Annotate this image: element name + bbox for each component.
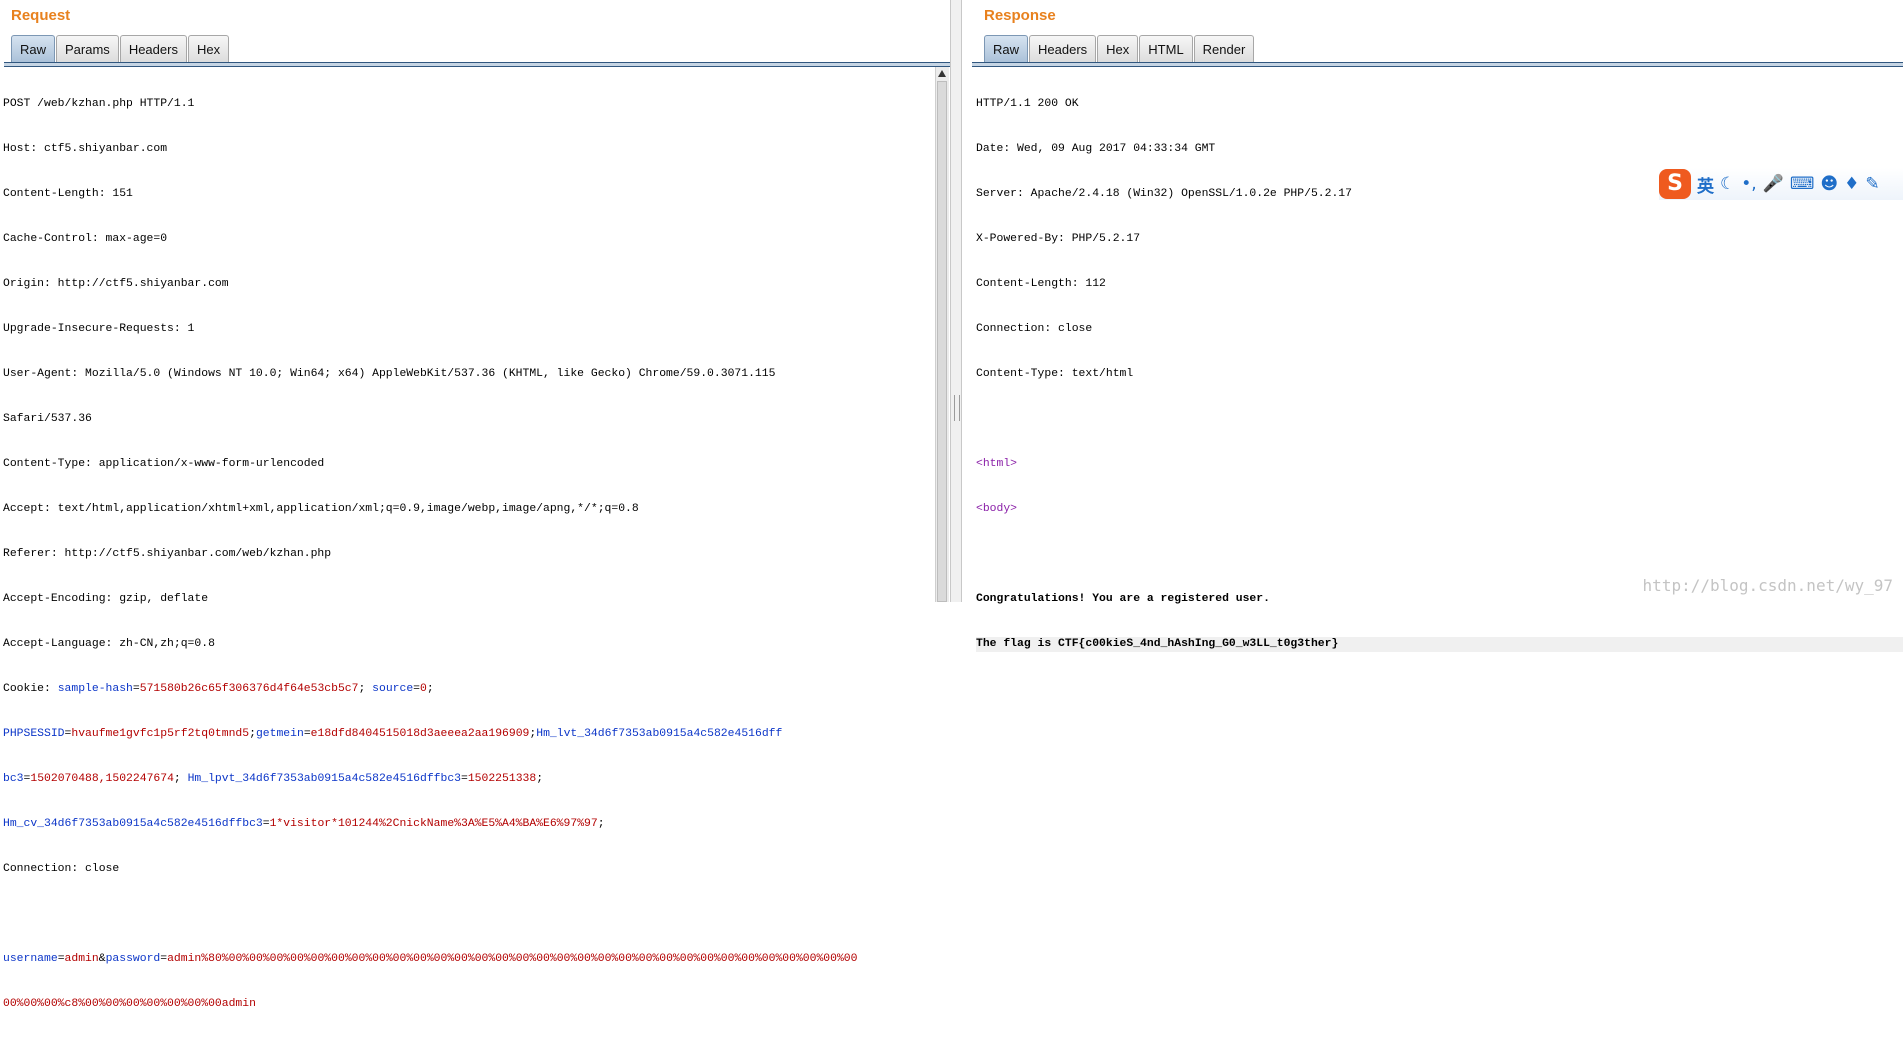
request-line: Accept-Language: zh-CN,zh;q=0.8	[3, 638, 215, 650]
request-line: Content-Length: 151	[3, 188, 133, 200]
request-line: Content-Type: application/x-www-form-url…	[3, 458, 325, 470]
request-editor[interactable]: POST /web/kzhan.php HTTP/1.1 Host: ctf5.…	[0, 67, 935, 1010]
param-value: 00%00%00%c8%00%00%00%00%00%00%00admin	[3, 998, 256, 1010]
cookie-line: PHPSESSID=hvaufme1gvfc1p5rf2tq0tmnd5;get…	[3, 728, 783, 740]
cookie-key: Hm_lpvt_34d6f7353ab0915a4c582e4516dffbc3	[187, 773, 461, 785]
cookie-value: 1502251338	[467, 773, 537, 785]
request-line: Origin: http://ctf5.shiyanbar.com	[3, 278, 229, 290]
cookie-key: bc3	[3, 773, 24, 785]
scroll-thumb[interactable]	[937, 81, 947, 602]
response-pane: Response Raw Headers Hex HTML Render HTT…	[962, 0, 1903, 652]
cookie-label: Cookie:	[3, 683, 58, 695]
param-value: admin	[64, 953, 99, 965]
request-title: Request	[11, 7, 71, 24]
scroll-up-arrow-icon[interactable]	[938, 70, 946, 77]
cookie-value: 571580b26c65f306376d4f64e53cb5c7	[139, 683, 359, 695]
cookie-value: hvaufme1gvfc1p5rf2tq0tmnd5	[71, 728, 250, 740]
tab-render[interactable]: Render	[1193, 35, 1255, 63]
request-line: Accept-Encoding: gzip, deflate	[3, 593, 209, 605]
sogou-logo-icon[interactable]: S	[1659, 169, 1691, 199]
cookie-key: getmein	[255, 728, 304, 740]
request-line: Connection: close	[3, 863, 120, 875]
request-line: Accept: text/html,application/xhtml+xml,…	[3, 503, 639, 515]
request-line: Upgrade-Insecure-Requests: 1	[3, 323, 195, 335]
tab-html[interactable]: HTML	[1139, 35, 1193, 63]
user-icon[interactable]: ☻	[1820, 174, 1838, 194]
cookie-key: source	[372, 683, 414, 695]
flag-line: The flag is CTF{c00kieS_4nd_hAshIng_G0_w…	[976, 637, 1903, 652]
request-line: Cache-Control: max-age=0	[3, 233, 168, 245]
param-value: admin%80%00%00%00%00%00%00%00%00%00%00%0…	[167, 953, 858, 965]
pane-splitter[interactable]	[950, 0, 962, 602]
cookie-value: e18dfd8404515018d3aeeea2aa196909	[310, 728, 530, 740]
splitter-grip-icon[interactable]	[954, 395, 960, 421]
response-line: Connection: close	[976, 323, 1093, 335]
request-line: User-Agent: Mozilla/5.0 (Windows NT 10.0…	[3, 368, 776, 380]
tab-hex[interactable]: Hex	[1097, 35, 1139, 63]
response-tabs: Raw Headers Hex HTML Render	[984, 35, 1255, 63]
request-line: Referer: http://ctf5.shiyanbar.com/web/k…	[3, 548, 332, 560]
html-tag: <html>	[976, 458, 1018, 470]
cookie-value: 0	[420, 683, 427, 695]
language-toggle[interactable]: 英	[1697, 172, 1714, 197]
response-line: HTTP/1.1 200 OK	[976, 98, 1079, 110]
cookie-value: 1*visitor*101244%2CnickName%3A%E5%A4%BA%…	[269, 818, 598, 830]
cookie-value: 1502070488,1502247674	[30, 773, 174, 785]
shirt-icon[interactable]: ♦	[1844, 174, 1859, 194]
body-line: username=admin&password=admin%80%00%00%0…	[3, 953, 858, 965]
cookie-key: Hm_lvt_34d6f7353ab0915a4c582e4516dff	[536, 728, 783, 740]
response-line: Content-Length: 112	[976, 278, 1106, 290]
cookie-line: bc3=1502070488,1502247674; Hm_lpvt_34d6f…	[3, 773, 544, 785]
cookie-key: PHPSESSID	[3, 728, 65, 740]
cookie-line: Hm_cv_34d6f7353ab0915a4c582e4516dffbc3=1…	[3, 818, 605, 830]
tab-hex[interactable]: Hex	[187, 35, 230, 63]
cookie-key: sample-hash	[57, 683, 133, 695]
wrench-icon[interactable]: ✎	[1865, 174, 1879, 194]
cookie-key: Hm_cv_34d6f7353ab0915a4c582e4516dffbc3	[3, 818, 263, 830]
tab-raw[interactable]: Raw	[11, 35, 56, 63]
keyboard-icon[interactable]: ⌨	[1790, 174, 1815, 194]
microphone-icon[interactable]: 🎤	[1763, 174, 1784, 194]
body-line: 00%00%00%c8%00%00%00%00%00%00%00admin	[3, 997, 935, 1012]
request-pane: Request Raw Params Headers Hex POST /web…	[0, 0, 950, 1010]
body-tag: <body>	[976, 503, 1018, 515]
response-line: Date: Wed, 09 Aug 2017 04:33:34 GMT	[976, 143, 1216, 155]
tab-params[interactable]: Params	[56, 35, 119, 63]
request-line: Safari/537.36	[3, 413, 92, 425]
ime-toolbar[interactable]: S 英 ☾ •, 🎤 ⌨ ☻ ♦ ✎	[1659, 168, 1903, 200]
response-title: Response	[984, 7, 1056, 24]
watermark: http://blog.csdn.net/wy_97	[1642, 576, 1893, 595]
request-line: POST /web/kzhan.php HTTP/1.1	[3, 98, 195, 110]
param-key: password	[105, 953, 161, 965]
tab-headers[interactable]: Headers	[119, 35, 187, 63]
tab-headers[interactable]: Headers	[1029, 35, 1097, 63]
response-editor[interactable]: HTTP/1.1 200 OK Date: Wed, 09 Aug 2017 0…	[976, 67, 1903, 652]
cookie-line: Cookie: sample-hash=571580b26c65f306376d…	[3, 683, 434, 695]
tab-raw[interactable]: Raw	[984, 35, 1029, 63]
request-line: Host: ctf5.shiyanbar.com	[3, 143, 168, 155]
response-line: Content-Type: text/html	[976, 368, 1134, 380]
response-line: X-Powered-By: PHP/5.2.17	[976, 233, 1141, 245]
request-scrollbar[interactable]	[935, 67, 949, 602]
moon-icon[interactable]: ☾	[1720, 174, 1735, 194]
param-key: username	[3, 953, 58, 965]
request-tabs: Raw Params Headers Hex	[11, 35, 230, 63]
punctuation-icon[interactable]: •,	[1741, 174, 1756, 194]
